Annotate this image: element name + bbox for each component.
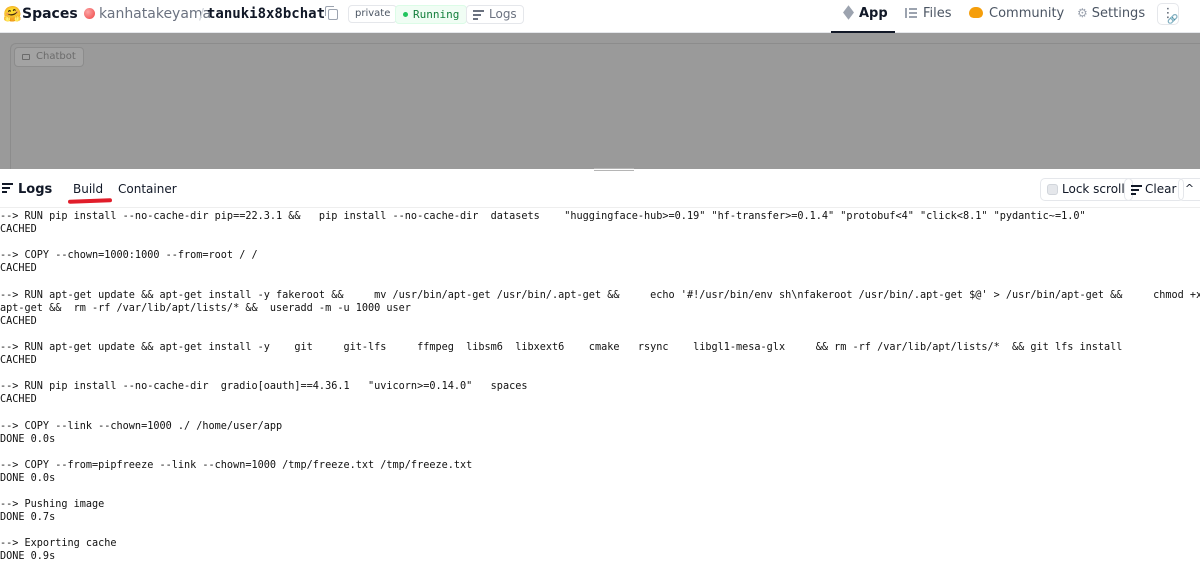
files-icon (905, 8, 917, 18)
repo-name-link[interactable]: tanuki8x8bchat (207, 6, 325, 22)
gear-icon: ⚙ (1077, 6, 1088, 20)
tab-app[interactable]: App (831, 0, 895, 33)
log-line: apt-get && rm -rf /var/lib/apt/lists/* &… (0, 302, 411, 314)
tab-settings[interactable]: ⚙ Settings (1077, 0, 1145, 33)
log-line: --> COPY --chown=1000:1000 --from=root /… (0, 250, 258, 262)
logs-title-text: Logs (18, 182, 53, 197)
tab-community-label: Community (989, 6, 1065, 21)
log-line: --> Exporting cache (0, 538, 117, 550)
chatbot-label-text: Chatbot (36, 51, 76, 62)
log-line: DONE 0.7s (0, 512, 56, 524)
logs-button[interactable]: Logs (466, 5, 524, 24)
log-line: CACHED (0, 263, 37, 275)
log-line: --> Pushing image (0, 499, 105, 511)
cube-icon (843, 5, 854, 20)
log-line: --> COPY --from=pipfreeze --link --chown… (0, 459, 473, 471)
log-line: --> RUN pip install --no-cache-dir pip==… (0, 211, 1086, 222)
tab-app-label: App (859, 6, 888, 21)
clear-button[interactable]: Clear (1124, 178, 1185, 201)
chatbot-container (10, 43, 1200, 169)
log-line: DONE 0.0s (0, 433, 56, 445)
logs-lines-icon (473, 10, 484, 20)
clear-lines-icon (1131, 185, 1142, 195)
tab-container[interactable]: Container (118, 182, 177, 196)
status-badge: Running (395, 5, 468, 24)
link-icon: 🔗 (1167, 15, 1179, 25)
lock-scroll-checkbox[interactable] (1047, 184, 1058, 195)
log-line: --> RUN apt-get update && apt-get instal… (0, 341, 1123, 353)
log-line: DONE 0.9s (0, 551, 56, 563)
lock-scroll-toggle[interactable]: Lock scroll (1040, 178, 1133, 201)
copy-icon[interactable] (325, 6, 338, 20)
tab-settings-label: Settings (1091, 6, 1146, 21)
log-line: --> RUN pip install --no-cache-dir gradi… (0, 381, 528, 393)
collapse-button[interactable]: ^ (1178, 178, 1200, 201)
spaces-brand-link[interactable]: Spaces (22, 6, 78, 22)
visibility-badge: private (348, 5, 398, 23)
logs-button-label: Logs (489, 7, 517, 21)
owner-avatar[interactable] (84, 8, 95, 19)
lock-scroll-label: Lock scroll (1062, 182, 1125, 196)
chatbot-label: Chatbot (14, 47, 84, 67)
log-line: --> RUN apt-get update && apt-get instal… (0, 289, 1200, 301)
tab-build[interactable]: Build (73, 182, 103, 196)
tab-community[interactable]: Community (969, 0, 1064, 33)
app-preview-area (0, 33, 1200, 169)
log-line: CACHED (0, 315, 37, 327)
log-line: CACHED (0, 224, 37, 236)
logs-title-icon (2, 183, 13, 193)
owner-link[interactable]: kanhatakeyama (99, 6, 211, 22)
log-line: CACHED (0, 394, 37, 406)
tab-files[interactable]: Files (905, 0, 952, 33)
chat-bubble-icon (22, 54, 30, 60)
huggingface-logo-icon[interactable]: 🤗 (3, 5, 22, 23)
log-line: --> COPY --link --chown=1000 ./ /home/us… (0, 420, 283, 432)
path-separator: / (199, 5, 205, 23)
clear-button-label: Clear (1145, 182, 1177, 196)
tab-files-label: Files (923, 6, 952, 21)
logs-panel-header: Logs Build Container Lock scroll Clear ^ (0, 171, 1200, 208)
logs-panel-title: Logs (2, 182, 52, 197)
top-navigation-bar: 🤗 Spaces kanhatakeyama / tanuki8x8bchat … (0, 0, 1200, 33)
log-line: DONE 0.0s (0, 472, 56, 484)
build-log-output[interactable]: --> RUN pip install --no-cache-dir pip==… (0, 210, 1200, 573)
community-icon (969, 7, 983, 18)
log-line: CACHED (0, 355, 37, 367)
